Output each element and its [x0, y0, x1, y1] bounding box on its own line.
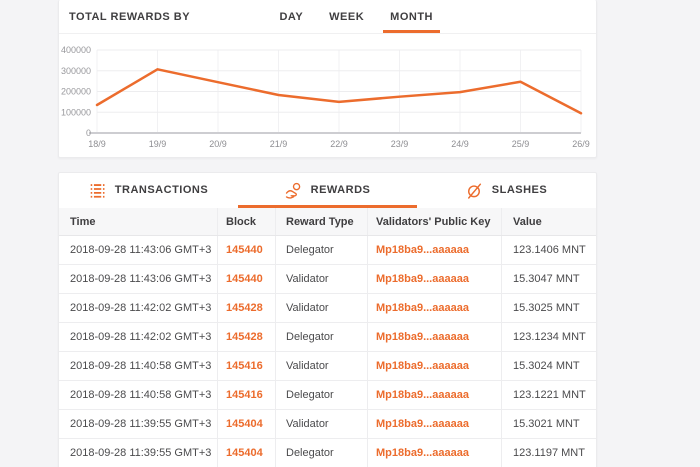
- cell-time: 2018-09-28 11:43:06 GMT+3: [59, 236, 218, 264]
- svg-text:300000: 300000: [61, 66, 91, 76]
- tab-label: SLASHES: [491, 184, 548, 196]
- column-header-value: Value: [513, 215, 542, 228]
- table-row: 2018-09-28 11:39:55 GMT+3 145404 Validat…: [59, 410, 596, 439]
- chart-card-header: TOTAL REWARDS BY DAY WEEK MONTH: [59, 0, 596, 34]
- cell-public-key-link[interactable]: Mp18ba9...aaaaaa: [376, 302, 469, 314]
- cell-block-link[interactable]: 145440: [226, 273, 263, 285]
- cell-reward-type: Delegator: [276, 236, 368, 264]
- cell-reward-type: Delegator: [276, 323, 368, 351]
- cell-value: 123.1197 MNT: [513, 447, 585, 459]
- table-row: 2018-09-28 11:43:06 GMT+3 145440 Validat…: [59, 265, 596, 294]
- cell-time: 2018-09-28 11:40:58 GMT+3: [59, 381, 218, 409]
- svg-text:20/9: 20/9: [209, 139, 227, 149]
- tab-label: REWARDS: [310, 184, 371, 196]
- cell-public-key-link[interactable]: Mp18ba9...aaaaaa: [376, 273, 469, 285]
- svg-text:19/9: 19/9: [149, 139, 167, 149]
- rewards-dashboard-page: TOTAL REWARDS BY DAY WEEK MONTH 0 100000 2…: [0, 0, 700, 467]
- table-row: 2018-09-28 11:42:02 GMT+3 145428 Delegat…: [59, 323, 596, 352]
- svg-text:25/9: 25/9: [512, 139, 530, 149]
- cell-block-link[interactable]: 145404: [226, 447, 263, 459]
- tab-slashes[interactable]: SLASHES: [417, 173, 596, 208]
- table-row: 2018-09-28 11:40:58 GMT+3 145416 Delegat…: [59, 381, 596, 410]
- tab-transactions[interactable]: TRANSACTIONS: [59, 173, 238, 208]
- activity-tabs: TRANSACTIONS REWARDS SLASHES: [59, 173, 596, 208]
- column-header-public-key: Validators' Public Key: [368, 208, 502, 235]
- rewards-table-body: 2018-09-28 11:43:06 GMT+3 145440 Delegat…: [59, 236, 596, 467]
- cell-reward-type: Delegator: [276, 381, 368, 409]
- tab-label: TRANSACTIONS: [114, 184, 209, 196]
- cell-public-key-link[interactable]: Mp18ba9...aaaaaa: [376, 389, 469, 401]
- svg-text:100000: 100000: [61, 107, 91, 117]
- cell-reward-type: Validator: [276, 352, 368, 380]
- table-row: 2018-09-28 11:39:55 GMT+3 145404 Delegat…: [59, 439, 596, 467]
- column-header-time: Time: [59, 208, 218, 235]
- rewards-icon: [285, 182, 300, 199]
- period-tabs: DAY WEEK MONTH: [266, 0, 446, 33]
- svg-text:200000: 200000: [61, 87, 91, 97]
- cell-time: 2018-09-28 11:43:06 GMT+3: [59, 265, 218, 293]
- cell-public-key-link[interactable]: Mp18ba9...aaaaaa: [376, 244, 469, 256]
- cell-public-key-link[interactable]: Mp18ba9...aaaaaa: [376, 360, 469, 372]
- svg-text:21/9: 21/9: [270, 139, 288, 149]
- cell-block-link[interactable]: 145440: [226, 244, 263, 256]
- cell-value: 123.1221 MNT: [513, 389, 586, 401]
- cell-reward-type: Delegator: [276, 439, 368, 467]
- cell-value: 15.3025 MNT: [513, 302, 580, 314]
- table-row: 2018-09-28 11:40:58 GMT+3 145416 Validat…: [59, 352, 596, 381]
- cell-block-link[interactable]: 145428: [226, 302, 263, 314]
- table-row: 2018-09-28 11:43:06 GMT+3 145440 Delegat…: [59, 236, 596, 265]
- page-content: TOTAL REWARDS BY DAY WEEK MONTH 0 100000 2…: [58, 0, 597, 467]
- cell-value: 123.1406 MNT: [513, 244, 586, 256]
- cell-value: 15.3047 MNT: [513, 273, 580, 285]
- cell-reward-type: Validator: [276, 410, 368, 438]
- tab-week[interactable]: WEEK: [322, 0, 371, 33]
- cell-block-link[interactable]: 145404: [226, 418, 263, 430]
- column-header-block: Block: [218, 208, 276, 235]
- cell-time: 2018-09-28 11:39:55 GMT+3: [59, 439, 218, 467]
- cell-public-key-link[interactable]: Mp18ba9...aaaaaa: [376, 418, 469, 430]
- column-header-reward-type: Reward Type: [276, 208, 368, 235]
- cell-reward-type: Validator: [276, 294, 368, 322]
- cell-reward-type: Validator: [276, 265, 368, 293]
- svg-text:0: 0: [86, 128, 91, 138]
- cell-time: 2018-09-28 11:42:02 GMT+3: [59, 323, 218, 351]
- slashes-icon: [467, 182, 481, 199]
- svg-text:22/9: 22/9: [330, 139, 348, 149]
- activity-table-card: TRANSACTIONS REWARDS SLASHES Time Block …: [58, 172, 597, 467]
- cell-block-link[interactable]: 145416: [226, 360, 263, 372]
- cell-block-link[interactable]: 145416: [226, 389, 263, 401]
- svg-text:26/9: 26/9: [572, 139, 590, 149]
- svg-text:23/9: 23/9: [391, 139, 409, 149]
- cell-time: 2018-09-28 11:39:55 GMT+3: [59, 410, 218, 438]
- table-row: 2018-09-28 11:42:02 GMT+3 145428 Validat…: [59, 294, 596, 323]
- svg-text:400000: 400000: [61, 45, 91, 55]
- total-rewards-card: TOTAL REWARDS BY DAY WEEK MONTH 0 100000 2…: [58, 0, 597, 158]
- table-header-row: Time Block Reward Type Validators' Publi…: [59, 208, 596, 236]
- tab-rewards[interactable]: REWARDS: [238, 173, 417, 208]
- tab-month[interactable]: MONTH: [383, 0, 440, 33]
- rewards-line-chart: 0 100000 200000 300000 400000 18/9 19/9 20/9 21/…: [59, 34, 596, 158]
- cell-value: 15.3024 MNT: [513, 360, 580, 372]
- cell-time: 2018-09-28 11:42:02 GMT+3: [59, 294, 218, 322]
- svg-text:18/9: 18/9: [88, 139, 106, 149]
- cell-value: 15.3021 MNT: [513, 418, 580, 430]
- cell-public-key-link[interactable]: Mp18ba9...aaaaaa: [376, 331, 469, 343]
- cell-public-key-link[interactable]: Mp18ba9...aaaaaa: [376, 447, 469, 459]
- cell-value: 123.1234 MNT: [513, 331, 586, 343]
- chart-card-title: TOTAL REWARDS BY: [69, 10, 191, 23]
- cell-block-link[interactable]: 145428: [226, 331, 263, 343]
- cell-time: 2018-09-28 11:40:58 GMT+3: [59, 352, 218, 380]
- transactions-icon: [90, 183, 105, 198]
- tab-day[interactable]: DAY: [272, 0, 310, 33]
- svg-text:24/9: 24/9: [451, 139, 469, 149]
